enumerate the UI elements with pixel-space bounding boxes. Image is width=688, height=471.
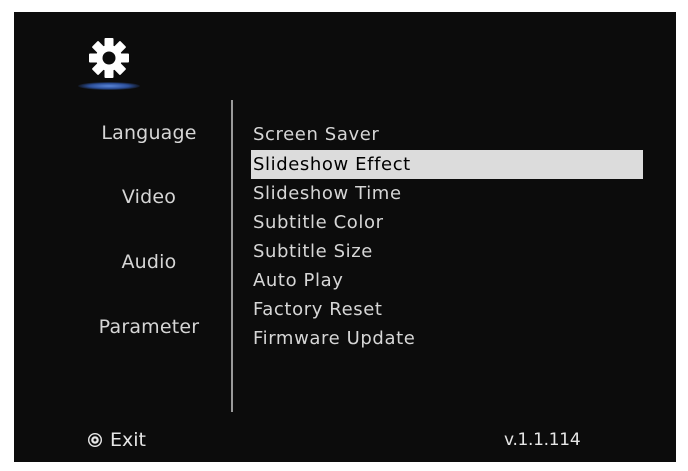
- option-slideshow-effect[interactable]: Slideshow Effect: [251, 150, 643, 179]
- option-slideshow-time[interactable]: Slideshow Time: [251, 179, 643, 208]
- option-auto-play[interactable]: Auto Play: [251, 266, 643, 295]
- firmware-version: v.1.1.114: [504, 430, 581, 450]
- selection-glow: [78, 82, 140, 90]
- option-factory-reset[interactable]: Factory Reset: [251, 295, 643, 324]
- settings-screen: Language Video Audio Parameter Screen Sa…: [14, 12, 676, 462]
- exit-button-icon: [88, 433, 102, 447]
- category-language[interactable]: Language: [74, 121, 224, 145]
- exit-button[interactable]: Exit: [88, 428, 146, 452]
- gear-icon: [89, 38, 129, 78]
- option-firmware-update[interactable]: Firmware Update: [251, 324, 643, 353]
- category-audio[interactable]: Audio: [74, 250, 224, 274]
- option-subtitle-color[interactable]: Subtitle Color: [251, 208, 643, 237]
- menu-divider: [231, 100, 233, 412]
- option-subtitle-size[interactable]: Subtitle Size: [251, 237, 643, 266]
- settings-header: [78, 36, 140, 92]
- option-screen-saver[interactable]: Screen Saver: [251, 120, 643, 149]
- category-parameter[interactable]: Parameter: [74, 315, 224, 339]
- exit-label: Exit: [110, 429, 146, 451]
- category-video[interactable]: Video: [74, 185, 224, 209]
